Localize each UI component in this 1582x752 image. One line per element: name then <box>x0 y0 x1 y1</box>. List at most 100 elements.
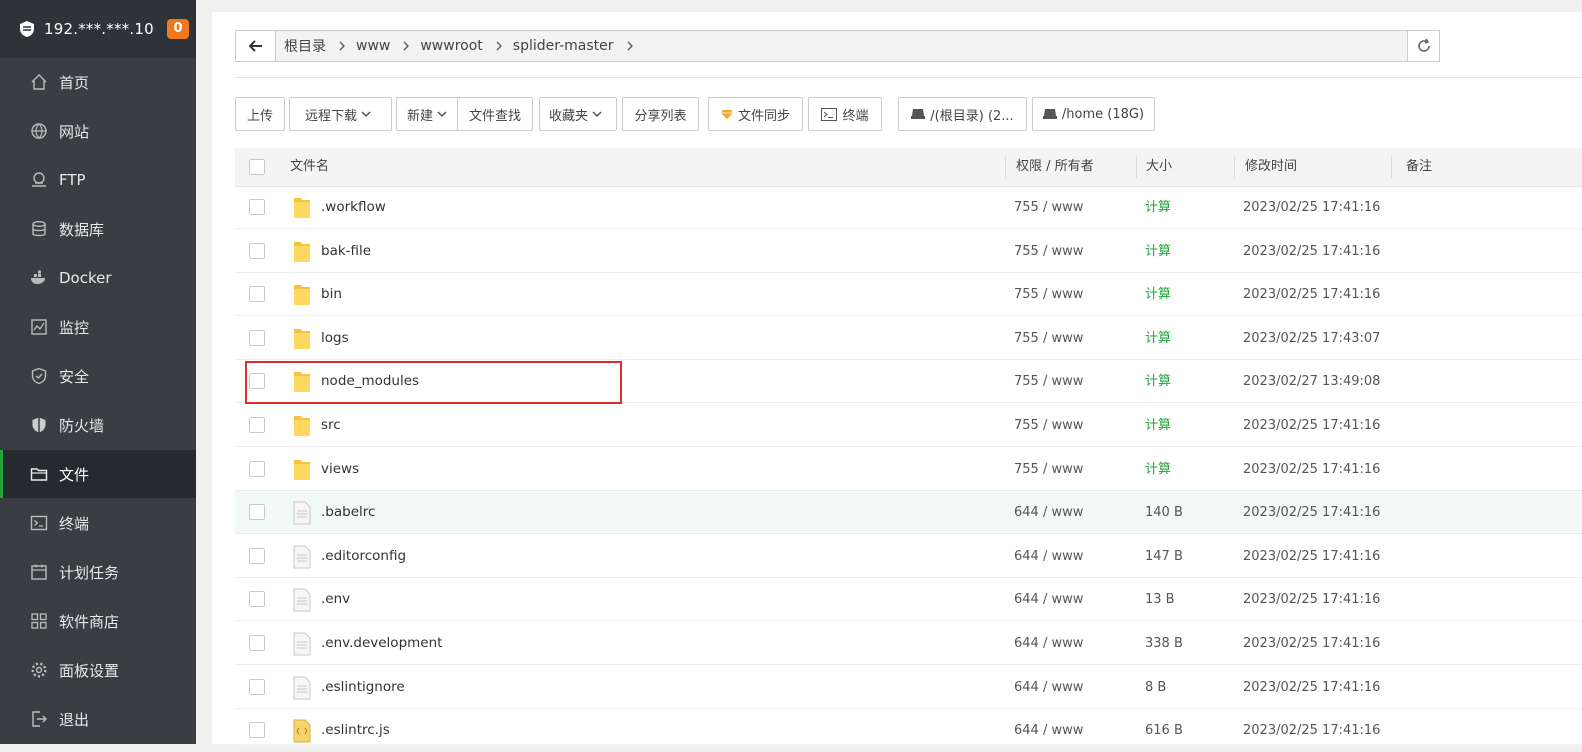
breadcrumb-item[interactable]: 根目录 <box>284 36 356 56</box>
row-checkbox[interactable] <box>249 460 265 477</box>
file-size[interactable]: 计算 <box>1145 448 1171 491</box>
breadcrumb-item[interactable]: wwwroot <box>420 38 512 54</box>
file-permission[interactable]: 755 / www <box>1014 360 1083 403</box>
file-size[interactable]: 计算 <box>1145 273 1171 316</box>
file-size[interactable]: 计算 <box>1145 404 1171 447</box>
file-name[interactable]: .workflow <box>321 186 386 229</box>
file-name[interactable]: .env.development <box>321 622 442 665</box>
table-row[interactable]: bak-file 755 / www 计算 2023/02/25 17:41:16 <box>235 230 1582 273</box>
file-permission[interactable]: 644 / www <box>1014 622 1083 665</box>
sidebar-item-terminal[interactable]: 终端 <box>0 499 196 547</box>
file-name[interactable]: src <box>321 404 341 447</box>
file-permission[interactable]: 755 / www <box>1014 448 1083 491</box>
table-row[interactable]: logs 755 / www 计算 2023/02/25 17:43:07 <box>235 317 1582 360</box>
file-name[interactable]: .env <box>321 578 350 621</box>
file-mtime: 2023/02/25 17:41:16 <box>1243 505 1381 521</box>
row-checkbox[interactable] <box>249 417 265 433</box>
file-permission[interactable]: 755 / www <box>1014 404 1083 447</box>
breadcrumb-item[interactable]: www <box>356 38 420 54</box>
file-name[interactable]: bak-file <box>321 230 371 273</box>
table-row[interactable]: .env.development 644 / www 338 B 2023/02/25… <box>235 622 1582 665</box>
terminal-button[interactable]: 终端 <box>808 97 882 131</box>
header-name[interactable]: 文件名 <box>290 148 329 186</box>
file-permission[interactable]: 755 / www <box>1014 186 1083 229</box>
sidebar-item-app-store[interactable]: 软件商店 <box>0 597 196 645</box>
row-checkbox[interactable] <box>249 722 265 739</box>
file-size[interactable]: 计算 <box>1145 230 1171 273</box>
file-permission[interactable]: 644 / www <box>1014 578 1083 621</box>
favorites-button[interactable]: 收藏夹 <box>539 97 617 131</box>
file-permission[interactable]: 755 / www <box>1014 273 1083 316</box>
file-permission[interactable]: 755 / www <box>1014 230 1083 273</box>
file-permission[interactable]: 644 / www <box>1014 666 1083 709</box>
calendar-icon <box>31 564 47 580</box>
firewall-icon <box>32 417 46 433</box>
disk-root-button[interactable]: /(根目录) (2... <box>898 97 1027 131</box>
share-list-button[interactable]: 分享列表 <box>622 97 699 131</box>
file-name[interactable]: .babelrc <box>321 491 375 534</box>
select-all-checkbox[interactable] <box>249 159 265 175</box>
sidebar-item-monitor[interactable]: 监控 <box>0 303 196 351</box>
sidebar-item-files[interactable]: 文件 <box>0 450 196 498</box>
file-permission[interactable]: 644 / www <box>1014 709 1083 752</box>
sidebar-item-home[interactable]: 首页 <box>0 58 196 106</box>
row-checkbox[interactable] <box>249 199 265 215</box>
table-row[interactable]: .eslintignore 644 / www 8 B 2023/02/25 17:4… <box>235 666 1582 709</box>
file-permission[interactable]: 755 / www <box>1014 317 1083 360</box>
row-checkbox[interactable] <box>249 591 265 608</box>
table-row[interactable]: .editorconfig 644 / www 147 B 2023/02/25 17… <box>235 535 1582 578</box>
row-checkbox[interactable] <box>249 286 265 303</box>
breadcrumb-item[interactable]: splider-master <box>513 38 644 54</box>
table-row[interactable]: views 755 / www 计算 2023/02/25 17:41:16 <box>235 448 1582 491</box>
row-checkbox[interactable] <box>249 547 265 564</box>
sidebar-item-label: 安全 <box>59 367 90 386</box>
header-perm[interactable]: 权限 / 所有者 <box>1016 148 1094 186</box>
folder-icon <box>294 241 310 262</box>
upload-button[interactable]: 上传 <box>235 97 285 131</box>
sidebar-item-website[interactable]: 网站 <box>0 107 196 155</box>
remote-download-button[interactable]: 远程下载 <box>289 97 392 131</box>
table-row[interactable]: .env 644 / www 13 B 2023/02/25 17:41:16 <box>235 578 1582 622</box>
file-name[interactable]: .eslintrc.js <box>321 709 390 752</box>
row-checkbox[interactable] <box>249 635 265 651</box>
back-button[interactable] <box>236 31 276 61</box>
new-button[interactable]: 新建 <box>396 97 463 131</box>
sidebar-item-cron[interactable]: 计划任务 <box>0 548 196 596</box>
file-search-button[interactable]: 文件查找 <box>457 97 533 131</box>
file-name[interactable]: views <box>321 448 359 491</box>
table-row[interactable]: src 755 / www 计算 2023/02/25 17:41:16 <box>235 404 1582 447</box>
file-name[interactable]: .eslintignore <box>321 666 405 709</box>
table-row[interactable]: .workflow 755 / www 计算 2023/02/25 17:41:16 <box>235 186 1582 229</box>
file-name[interactable]: bin <box>321 273 342 316</box>
file-permission[interactable]: 644 / www <box>1014 535 1083 578</box>
file-name[interactable]: .editorconfig <box>321 535 406 578</box>
sidebar-item-firewall[interactable]: 防火墙 <box>0 401 196 449</box>
sidebar-item-settings[interactable]: 面板设置 <box>0 646 196 694</box>
row-checkbox[interactable] <box>249 329 265 346</box>
file-sync-button[interactable]: 文件同步 <box>708 97 803 131</box>
row-checkbox[interactable] <box>249 242 265 259</box>
file-mtime: 2023/02/25 17:41:16 <box>1243 461 1381 477</box>
apps-icon <box>31 613 47 629</box>
file-size[interactable]: 计算 <box>1145 360 1171 403</box>
sidebar-item-database[interactable]: 数据库 <box>0 205 196 253</box>
file-size[interactable]: 计算 <box>1145 186 1171 229</box>
sidebar-item-label: 网站 <box>59 122 90 141</box>
header-mtime[interactable]: 修改时间 <box>1245 148 1297 186</box>
sidebar-item-logout[interactable]: 退出 <box>0 695 196 743</box>
sidebar-item-docker[interactable]: Docker <box>0 254 196 302</box>
table-row[interactable]: .babelrc 644 / www 140 B 2023/02/25 17:41:1… <box>235 491 1582 535</box>
file-name[interactable]: logs <box>321 317 349 360</box>
row-checkbox[interactable] <box>249 678 265 695</box>
table-row[interactable]: bin 755 / www 计算 2023/02/25 17:41:16 <box>235 273 1582 317</box>
refresh-button[interactable] <box>1407 30 1440 62</box>
sidebar-item-ftp[interactable]: FTP <box>0 156 196 204</box>
sidebar-item-security[interactable]: 安全 <box>0 352 196 400</box>
disk-home-button[interactable]: /home (18G) <box>1032 97 1155 131</box>
header-size[interactable]: 大小 <box>1146 148 1172 186</box>
notification-badge[interactable]: 0 <box>167 19 189 39</box>
table-row[interactable]: .eslintrc.js 644 / www 616 B 2023/02/25 17:… <box>235 709 1582 752</box>
row-checkbox[interactable] <box>249 504 265 521</box>
file-permission[interactable]: 644 / www <box>1014 491 1083 534</box>
file-size[interactable]: 计算 <box>1145 317 1171 360</box>
